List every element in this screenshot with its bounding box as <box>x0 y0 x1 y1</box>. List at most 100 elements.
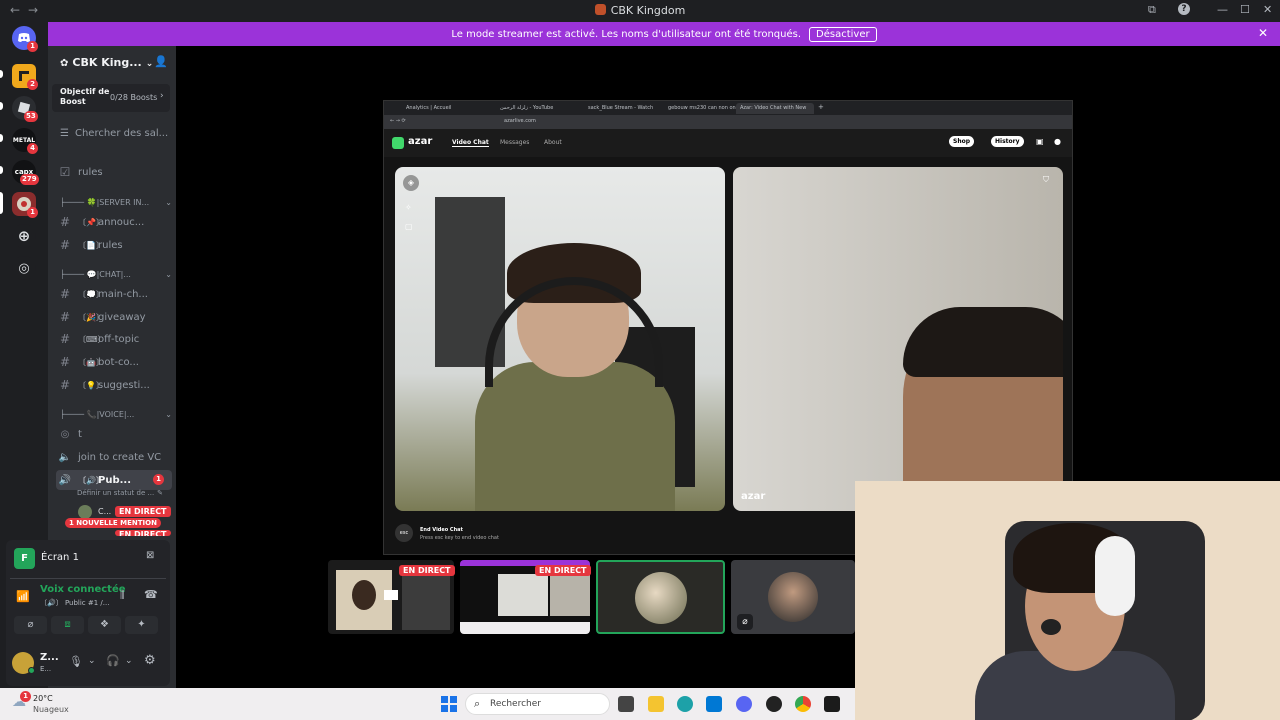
nav-messages[interactable]: Messages <box>500 139 529 146</box>
camera-off-button[interactable]: ⌀ <box>14 616 47 634</box>
channel-suggestions[interactable]: # 〔💡〕 suggesti... <box>56 375 172 395</box>
magic-wand-icon[interactable]: ✧ <box>405 203 412 212</box>
browser-tab-active[interactable]: Azar: Video Chat with New <box>736 103 814 114</box>
windows-start-icon[interactable] <box>441 696 457 712</box>
browser-tab-strip: Analytics | Accueil زلزلة الرحمن - YouTu… <box>384 101 1072 115</box>
channel-rules[interactable]: # 〔📄〕 rules <box>56 235 172 255</box>
category-label: ├──── 🍀|SERVER IN... <box>60 198 150 207</box>
address-bar: ← → ⟳ azarlive.com <box>384 115 1072 129</box>
thumbnail-preview <box>384 590 398 600</box>
browser-tab[interactable]: Analytics | Accueil <box>402 103 476 114</box>
soundboard-button[interactable]: ✦ <box>125 616 158 634</box>
history-button[interactable]: History <box>991 136 1024 147</box>
browse-channels[interactable]: ☰ Chercher des sal... <box>60 128 168 139</box>
headphones-icon[interactable]: 🎧 <box>106 654 120 667</box>
disable-streamer-button[interactable]: Désactiver <box>809 26 877 42</box>
azar-watermark: azar <box>741 491 766 502</box>
channel-emoji: 〔🔊〕 <box>78 475 104 485</box>
disconnect-icon[interactable]: ☎ <box>144 588 158 601</box>
speaker-active-icon: 🔊 <box>58 474 72 486</box>
end-video-chat-title[interactable]: End Video Chat <box>420 527 463 533</box>
voice-participant-tile[interactable]: ⌀ <box>731 560 855 634</box>
taskbar-search[interactable]: ⌕ Rechercher <box>465 693 610 715</box>
browser-tab[interactable]: زلزلة الرحمن - YouTube <box>496 103 566 114</box>
channel-emoji: 〔💡〕 <box>78 380 104 390</box>
category-chat[interactable]: ├──── 💬|CHAT|... ⌄ <box>60 270 172 279</box>
new-tab-icon[interactable]: + <box>818 103 824 111</box>
voice-channel-label[interactable]: 〔🔊〕 Public #1 /... <box>40 598 109 608</box>
nav-about[interactable]: About <box>544 139 562 146</box>
channel-label: main-ch... <box>98 288 148 300</box>
microsoft-store-icon[interactable] <box>706 696 722 712</box>
camera-switch-icon[interactable]: ◈ <box>403 175 419 191</box>
hash-icon: # <box>59 310 71 324</box>
chevron-down-icon[interactable]: ⌄ <box>125 656 133 666</box>
channel-off-topic[interactable]: # 〔⌨〕 off-topic <box>56 329 172 349</box>
channel-rules-top[interactable]: ☑ rules <box>56 162 172 182</box>
channel-emoji: 〔🎉〕 <box>78 312 104 322</box>
channel-label: Pub... <box>98 474 132 486</box>
discord-app-icon[interactable] <box>736 696 752 712</box>
app-icon[interactable] <box>824 696 840 712</box>
nav-arrows-icon[interactable]: ← → ⟳ <box>390 118 406 124</box>
screen-share-button[interactable]: ⧈ <box>51 616 84 634</box>
voice-connected-label[interactable]: Voix connectée <box>40 584 126 595</box>
chevron-down-icon[interactable]: ⌄ <box>88 656 96 666</box>
channel-main-chat[interactable]: # 〔💭〕 main-ch... <box>56 284 172 304</box>
channel-giveaway[interactable]: # 〔🎉〕 giveaway <box>56 307 172 327</box>
category-voice[interactable]: ├──── 📞|VOICE|... ⌄ <box>60 410 172 419</box>
window-title: CBK Kingdom <box>0 4 1280 17</box>
voice-participant-tile[interactable] <box>596 560 725 634</box>
status-hint[interactable]: Définir un statut de ... ✎ <box>77 489 163 497</box>
azar-logo-text: azar <box>408 136 433 147</box>
screen-share-thumb-icon: F <box>14 548 35 569</box>
nav-video-chat[interactable]: Video Chat <box>452 139 489 147</box>
edge-browser-icon[interactable] <box>677 696 693 712</box>
invite-people-icon[interactable]: 👤 <box>154 55 168 68</box>
help-icon[interactable]: ? <box>1178 3 1190 15</box>
boost-goal[interactable]: Objectif de Boost 0/28 Boosts › <box>52 84 170 112</box>
thumbnail-preview <box>402 570 450 630</box>
discover-icon[interactable]: ◎ <box>12 256 36 280</box>
noise-suppression-icon[interactable]: ⫼ <box>120 590 125 601</box>
close-banner-icon[interactable]: ✕ <box>1258 26 1268 40</box>
maximize-icon[interactable]: ☐ <box>1240 3 1250 16</box>
browser-tab[interactable]: gebouw ms230 can non once h <box>664 103 736 114</box>
stop-stream-icon[interactable]: ⊠ <box>146 550 154 561</box>
task-view-icon[interactable] <box>618 696 634 712</box>
settings-gear-icon[interactable]: ⚙ <box>144 653 156 668</box>
filter-icon[interactable]: ▢ <box>405 222 413 231</box>
app-icon[interactable] <box>766 696 782 712</box>
profile-icon[interactable]: ● <box>1054 137 1061 146</box>
camera-off-icon: ⌀ <box>737 614 753 630</box>
chrome-icon[interactable] <box>795 696 811 712</box>
channel-label: off-topic <box>98 333 140 345</box>
chevron-down-icon: ⌄ <box>165 270 172 279</box>
close-window-icon[interactable]: ✕ <box>1263 3 1272 16</box>
server-name-header[interactable]: ✿ CBK King... ⌄ <box>60 56 153 69</box>
username[interactable]: Z... <box>40 652 59 663</box>
chevron-down-icon: ⌄ <box>145 59 154 69</box>
new-mention-pill[interactable]: 1 NOUVELLE MENTION <box>65 518 161 528</box>
inbox-icon[interactable]: ▣ <box>1036 137 1044 146</box>
channel-join-to-create[interactable]: 🔈 join to create VC <box>56 447 172 467</box>
weather-temperature[interactable]: 20°C <box>33 694 53 703</box>
chevron-down-icon: ⌄ <box>165 198 172 207</box>
server-badge-cbk: 1 <box>27 207 38 218</box>
minimize-icon[interactable]: — <box>1217 3 1228 16</box>
webcam-overlay <box>855 481 1280 720</box>
esc-key-icon[interactable]: esc <box>395 524 413 542</box>
activities-button[interactable]: ❖ <box>88 616 121 634</box>
browser-tab[interactable]: sack_Blue Stream - Watch <box>584 103 656 114</box>
report-shield-icon[interactable]: ⛉ <box>1043 175 1049 185</box>
channel-bot-commands[interactable]: # 〔🤖〕 bot-co... <box>56 352 172 372</box>
category-server-info[interactable]: ├──── 🍀|SERVER IN... ⌄ <box>60 198 172 207</box>
url-text[interactable]: azarlive.com <box>504 118 536 124</box>
shop-button[interactable]: Shop <box>949 136 975 147</box>
channel-announcements[interactable]: # 〔📌〕 annouc... <box>56 212 172 232</box>
add-server-icon[interactable]: ⊕ <box>12 224 36 248</box>
microphone-icon[interactable]: 🎙 <box>69 655 83 668</box>
file-explorer-icon[interactable] <box>648 696 664 712</box>
screen-share-icon[interactable]: ⧉ <box>1148 3 1156 17</box>
channel-stage-t[interactable]: ◎ t <box>56 424 172 444</box>
